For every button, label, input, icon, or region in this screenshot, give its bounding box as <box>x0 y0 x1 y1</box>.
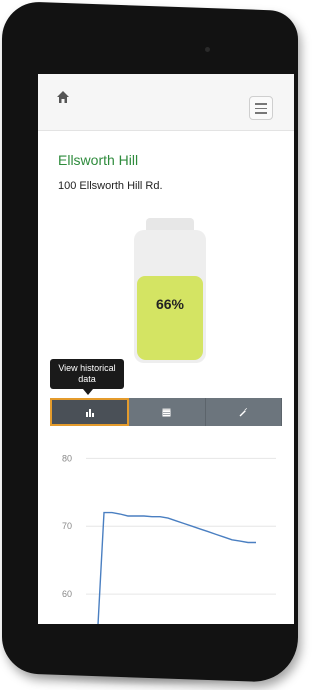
tooltip-view-historical-data: View historical data <box>50 359 124 395</box>
chart-series-line <box>97 511 256 624</box>
historical-level-chart: 80 70 60 <box>62 453 276 624</box>
site-address: 100 Ellsworth Hill Rd. <box>58 180 163 192</box>
tab-settings[interactable] <box>205 398 282 426</box>
tank-fill-level <box>137 276 203 360</box>
tab-calendar[interactable] <box>129 398 206 426</box>
phone-screen: Ellsworth Hill 100 Ellsworth Hill Rd. 66… <box>38 74 294 624</box>
app-header <box>38 74 294 131</box>
y-tick-label: 80 <box>62 453 72 463</box>
view-tabs <box>50 398 282 426</box>
tank-level-label: 66% <box>155 296 185 312</box>
bar-chart-icon <box>85 409 94 417</box>
y-tick-label: 70 <box>62 521 72 531</box>
calendar-icon <box>162 408 171 417</box>
home-icon[interactable] <box>56 90 70 104</box>
phone-frame: Ellsworth Hill 100 Ellsworth Hill Rd. 66… <box>0 0 303 690</box>
site-card: Ellsworth Hill 100 Ellsworth Hill Rd. 66… <box>48 138 288 624</box>
y-tick-label: 60 <box>62 589 72 599</box>
hamburger-menu-icon[interactable] <box>249 96 273 120</box>
tank-gauge: 66% <box>134 218 206 363</box>
tab-historical-chart[interactable] <box>50 398 130 426</box>
wrench-icon <box>239 408 248 417</box>
front-camera <box>205 47 210 52</box>
site-name[interactable]: Ellsworth Hill <box>58 152 138 168</box>
